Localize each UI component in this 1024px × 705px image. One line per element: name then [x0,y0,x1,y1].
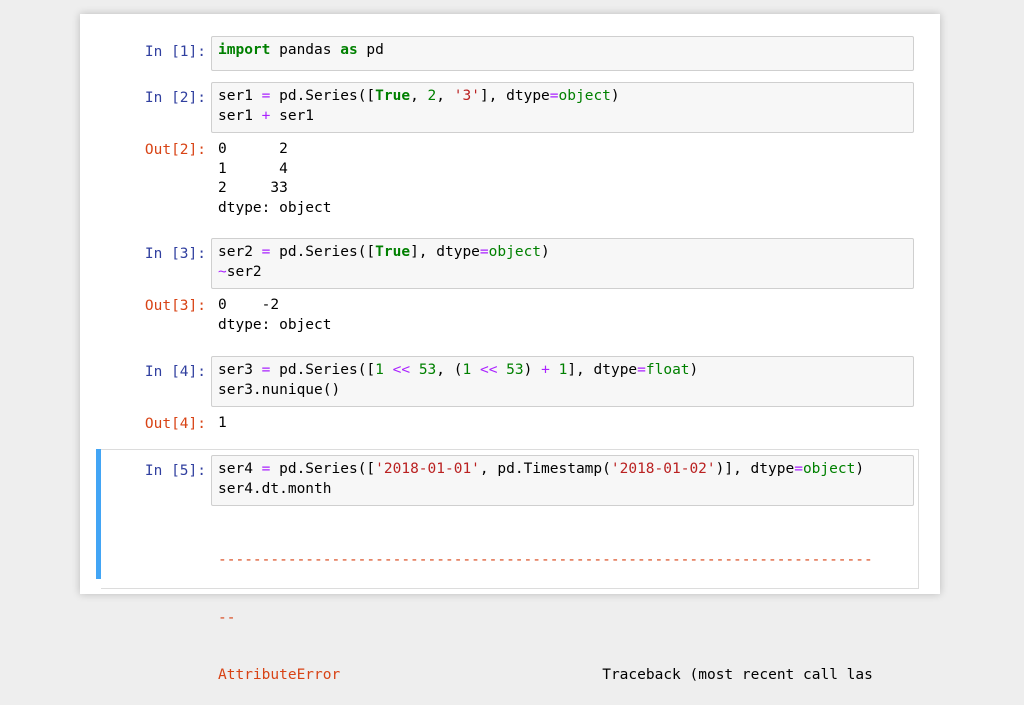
code-token: float [645,362,690,378]
out-prompt-4: Out[4]: [144,416,206,432]
code-token: , pd.Timestamp( [479,461,611,477]
code-token: = [637,362,646,378]
code-token: ) [523,362,542,378]
code-line: ser1 + ser1 [218,107,907,127]
code-token: 53 [418,362,437,378]
code-token: ser1 [218,107,262,124]
code-token: '3' [453,88,480,104]
in-prompt-3: In [3]: [144,246,206,262]
code-token: ser4.dt.month [218,480,332,497]
code-line: ser3.nunique() [218,381,907,401]
output-line: dtype: object [218,199,332,216]
code-token: ], dtype [479,88,550,104]
code-token: 1 [375,362,384,378]
code-token: '2018-01-01' [375,461,480,477]
code-token: ) [855,461,865,477]
traceback-header: AttributeError Traceback (most recent cal… [218,666,873,686]
code-line: ser2 = pd.Series([True], dtype=object) [218,243,907,263]
code-line: ~ser2 [218,263,907,283]
code-token: 1 [462,362,472,378]
code-token: object [802,461,856,477]
out-prompt-3: Out[3]: [144,298,206,314]
code-token: True [375,88,411,104]
code-token: import [218,42,271,58]
out-prompt-2: Out[2]: [144,142,206,158]
output-line: 0 -2 [218,297,280,313]
code-cell-1[interactable]: import pandas as pd [211,36,914,71]
output-line: 0 2 [218,141,288,157]
code-line: ser4 = pd.Series(['2018-01-01', pd.Times… [218,460,907,480]
in-prompt-1: In [1]: [144,44,206,60]
code-token: = [794,461,803,477]
error-name: AttributeError [218,667,341,683]
code-token: ) [610,88,620,104]
code-token: pd [357,42,384,58]
code-token: pd.Series([ [270,244,376,260]
code-line: ser3 = pd.Series([1 << 53, (1 << 53) + 1… [218,361,907,381]
code-token: 2 [427,88,437,104]
code-token: ) [689,362,699,378]
code-cell-2[interactable]: ser1 = pd.Series([True, 2, '3'], dtype=o… [211,82,914,133]
output-line: 1 [218,415,227,431]
code-token: ) [541,244,550,260]
code-token: , [436,88,454,104]
output-area-2: 0 2 1 4 2 33 dtype: object [218,140,332,218]
error-output-5: ----------------------------------------… [218,513,873,705]
code-cell-5[interactable]: ser4 = pd.Series(['2018-01-01', pd.Times… [211,455,914,506]
code-cell-4[interactable]: ser3 = pd.Series([1 << 53, (1 << 53) + 1… [211,356,914,407]
code-token: , [410,88,428,104]
code-token: ser1 [270,107,315,124]
code-token: )], dtype [715,461,795,477]
in-prompt-5: In [5]: [144,463,206,479]
code-token: ser3 [218,362,262,378]
code-line: ser4.dt.month [218,480,907,500]
code-token: = [479,244,489,260]
code-token: object [488,244,542,260]
traceback-label: Traceback (most recent call las [602,667,873,683]
output-line: 2 33 [218,180,288,196]
code-token: as [340,42,358,58]
code-token: True [375,244,411,260]
code-line: ser1 = pd.Series([True, 2, '3'], dtype=o… [218,87,907,107]
code-token: pandas [270,42,341,58]
code-token: 1 [558,362,568,378]
in-prompt-2: In [2]: [144,90,206,106]
code-token: pd.Series([ [270,461,376,477]
output-line: 1 4 [218,160,288,177]
code-token: pd.Series([ [270,88,376,104]
code-cell-3[interactable]: ser2 = pd.Series([True], dtype=object) ~s… [211,238,914,289]
code-token: ], dtype [410,244,480,260]
code-token: + [541,362,550,378]
code-token: << [392,362,411,378]
code-token: ser4 [218,461,262,477]
code-token: pd.Series([ [270,362,376,378]
code-line: import pandas as pd [218,41,907,61]
code-token: , ( [436,362,463,378]
output-area-4: 1 [218,414,227,434]
code-token: ser2 [218,244,262,260]
code-token: ], dtype [567,362,638,378]
traceback-dashes-wrap: -- [218,609,236,626]
code-token: '2018-01-02' [610,461,716,477]
traceback-dashes: ----------------------------------------… [218,552,873,568]
code-token: << [479,362,498,378]
code-token: ser1 [218,88,262,104]
in-prompt-4: In [4]: [144,364,206,380]
output-line: dtype: object [218,316,332,333]
code-token: ~ [218,263,227,280]
code-token: object [558,88,611,104]
output-area-3: 0 -2 dtype: object [218,296,332,335]
code-token: = [549,88,559,104]
code-token: 53 [506,362,524,378]
code-token: ser3.nunique() [218,381,341,398]
code-token: ser2 [226,263,262,280]
